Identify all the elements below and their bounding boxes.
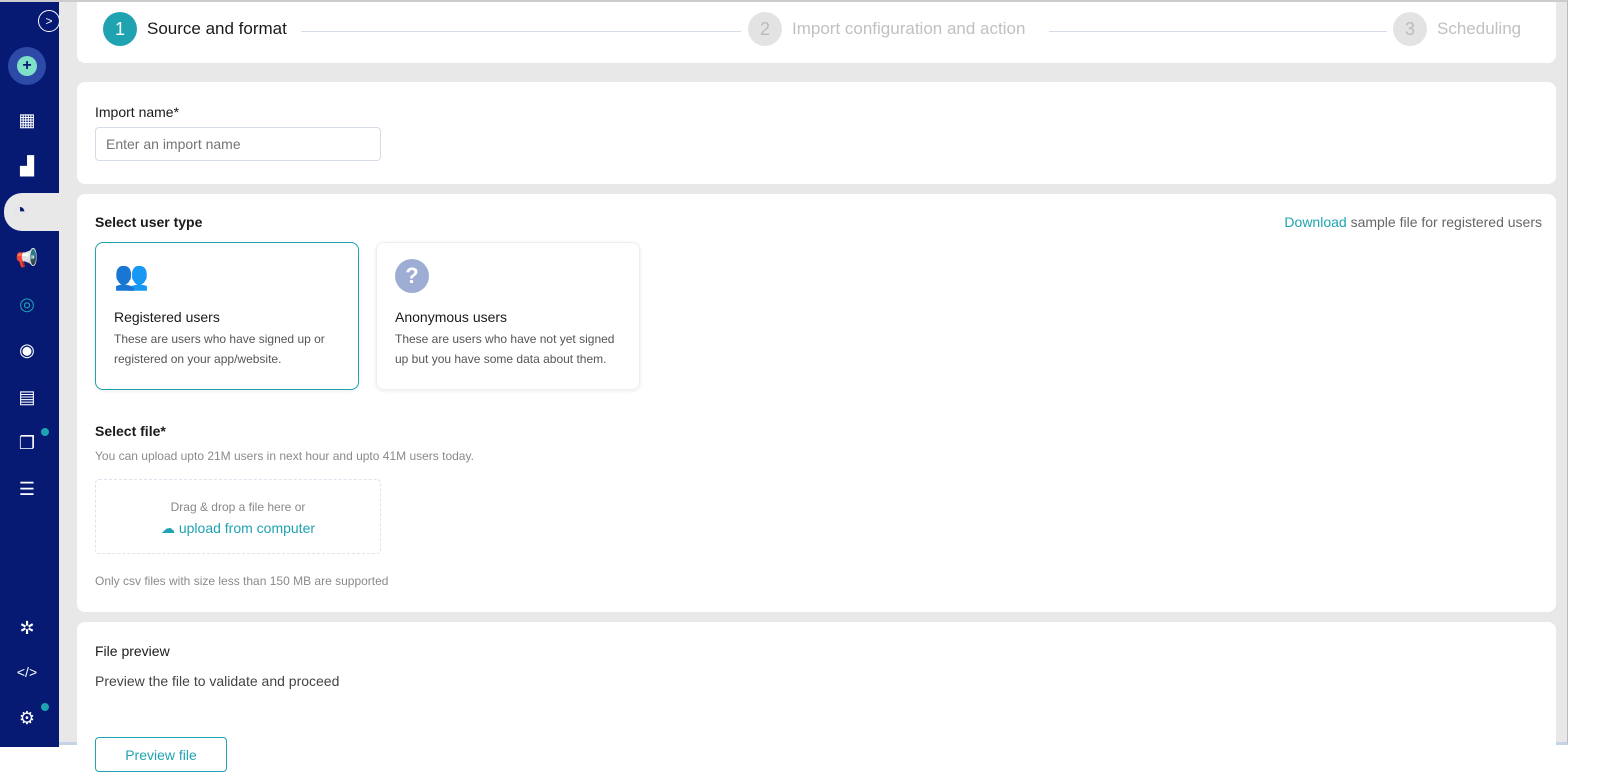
- step-number: 1: [103, 12, 137, 46]
- sidebar: > + ▦ ▟ 📢 ◎ ◉ ▤ ❐ ☰ ✲ </> ⚙: [0, 2, 60, 747]
- upload-link-text: upload from computer: [178, 520, 316, 536]
- upload-link[interactable]: ☁ upload from computer: [96, 520, 380, 537]
- file-preview-desc: Preview the file to validate and proceed: [95, 673, 340, 689]
- user-type-label: Select user type: [95, 214, 203, 230]
- users-icon: 👥: [114, 260, 149, 291]
- download-link[interactable]: Download: [1284, 214, 1346, 230]
- step-label: Import configuration and action: [792, 19, 1026, 38]
- step-connector: [1049, 31, 1387, 32]
- app-frame: > + ▦ ▟ 📢 ◎ ◉ ▤ ❐ ☰ ✲ </> ⚙ ◔ 1 Source an…: [0, 0, 1568, 772]
- download-sample: Download sample file for registered user…: [1284, 214, 1542, 230]
- content-icon[interactable]: ❐: [14, 430, 40, 456]
- stepper: 1 Source and format 2 Import configuration…: [77, 2, 1556, 63]
- import-name-label: Import name*: [95, 104, 180, 120]
- option-desc: These are users who have not yet signed …: [395, 332, 615, 366]
- analytics-icon[interactable]: ▟: [14, 153, 40, 179]
- file-drop-zone[interactable]: Drag & drop a file here or ☁ upload from…: [95, 479, 381, 554]
- campaign-icon[interactable]: 📢: [14, 245, 40, 271]
- question-icon: ?: [395, 259, 429, 293]
- source-section: Select user type Download sample file fo…: [77, 194, 1556, 612]
- plus-icon: +: [17, 56, 37, 76]
- step-number: 3: [1393, 12, 1427, 46]
- notification-dot: [41, 703, 49, 711]
- step-connector: [301, 31, 741, 32]
- pie-chart-icon: ◔: [14, 200, 27, 222]
- preview-file-button[interactable]: Preview file: [95, 737, 227, 772]
- step-2[interactable]: 2 Import configuration and action: [748, 12, 1025, 46]
- import-name-input[interactable]: [95, 127, 381, 161]
- option-title: Anonymous users: [395, 309, 508, 325]
- step-1[interactable]: 1 Source and format: [103, 12, 287, 46]
- upload-limit-text: You can upload upto 21M users in next ho…: [95, 449, 474, 463]
- insights-icon[interactable]: ◉: [14, 337, 40, 363]
- document-icon[interactable]: ▤: [14, 384, 40, 410]
- notification-dot: [41, 428, 49, 436]
- step-label: Scheduling: [1437, 19, 1522, 38]
- create-button[interactable]: +: [8, 47, 46, 85]
- step-3[interactable]: 3 Scheduling: [1393, 12, 1521, 46]
- file-note: Only csv files with size less than 150 M…: [95, 574, 389, 588]
- user-target-icon[interactable]: ◎: [14, 291, 40, 317]
- option-title: Registered users: [114, 309, 220, 325]
- sidebar-item-segments[interactable]: ◔: [4, 193, 66, 231]
- anonymous-users-option[interactable]: ? Anonymous users These are users who ha…: [376, 242, 640, 390]
- step-number: 2: [748, 12, 782, 46]
- file-preview-label: File preview: [95, 643, 170, 659]
- settings-icon[interactable]: ⚙: [14, 705, 40, 731]
- code-icon[interactable]: </>: [14, 659, 40, 685]
- drop-text: Drag & drop a file here or: [170, 500, 306, 514]
- integrations-icon[interactable]: ✲: [14, 615, 40, 641]
- cloud-upload-icon: ☁: [160, 520, 175, 536]
- step-label: Source and format: [147, 19, 287, 38]
- file-preview-section: File preview Preview the file to validat…: [77, 622, 1556, 772]
- dashboard-icon[interactable]: ▦: [14, 107, 40, 133]
- option-desc: These are users who have signed up or re…: [114, 332, 325, 366]
- download-text: sample file for registered users: [1346, 214, 1542, 230]
- select-file-label: Select file*: [95, 423, 166, 439]
- expand-sidebar-icon[interactable]: >: [38, 10, 60, 32]
- import-name-section: Import name*: [77, 82, 1556, 184]
- database-icon[interactable]: ☰: [14, 476, 40, 502]
- registered-users-option[interactable]: 👥 Registered users These are users who h…: [95, 242, 359, 390]
